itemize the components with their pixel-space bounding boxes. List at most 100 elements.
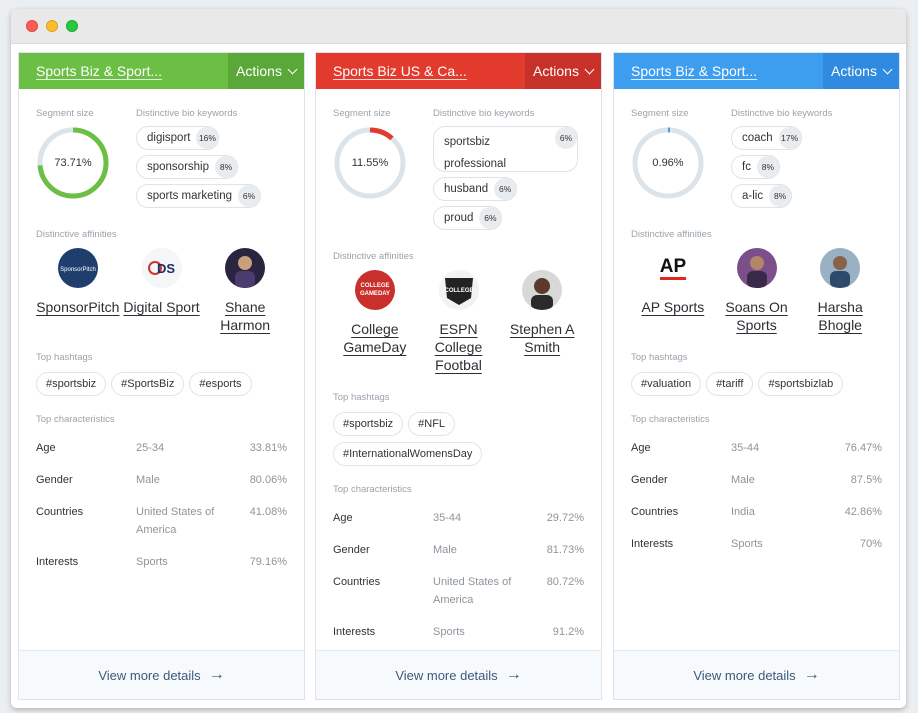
bio-keywords-label: Distinctive bio keywords — [731, 108, 833, 119]
characteristic-row: Countries United States of America 80.72% — [333, 576, 584, 606]
keyword-chip: husband 6% — [433, 177, 518, 201]
keyword-chip: sportsbiz professional 6% — [433, 126, 578, 172]
hashtags-label: Top hashtags — [36, 352, 93, 363]
card-header: Sports Biz US & Ca... Actions — [316, 53, 601, 89]
hashtag-chip[interactable]: #SportsBiz — [111, 372, 185, 396]
characteristics-label: Top characteristics — [631, 414, 710, 425]
characteristic-row: Gender Male 80.06% — [36, 474, 287, 486]
card-header: Sports Biz & Sport... Actions — [19, 53, 304, 89]
segment-size-value: 11.55% — [351, 157, 389, 169]
view-more-details-button[interactable]: View more details → — [19, 650, 304, 699]
affinity-item[interactable]: Harsha Bhogle — [798, 248, 882, 334]
segment-size-label: Segment size — [333, 108, 391, 119]
segment-size-value: 73.71% — [54, 157, 92, 169]
segment-size-label: Segment size — [36, 108, 94, 119]
affinity-item[interactable]: DS Digital Sport — [120, 248, 204, 334]
keyword-chip: a-lic 8% — [731, 184, 793, 208]
characteristic-row: Interests Sports 70% — [631, 538, 882, 550]
digital-sport-logo-icon: DS — [141, 248, 182, 288]
hashtag-chip[interactable]: #NFL — [408, 412, 456, 436]
arrow-right-icon: → — [803, 666, 820, 683]
keyword-chip: digisport 16% — [136, 126, 220, 150]
arrow-right-icon: → — [505, 666, 522, 683]
affinity-item[interactable]: Shane Harmon — [203, 248, 287, 334]
actions-dropdown[interactable]: Actions — [228, 53, 304, 89]
svg-text:SponsorPitch: SponsorPitch — [60, 267, 96, 273]
affinity-item[interactable]: Soans On Sports — [715, 248, 799, 334]
card-title[interactable]: Sports Biz & Sport... — [19, 53, 228, 89]
segment-card: Sports Biz & Sport... Actions Segment si… — [613, 52, 900, 700]
svg-text:AP: AP — [660, 256, 687, 277]
person-avatar-icon — [225, 248, 266, 288]
keyword-chip: sponsorship 8% — [136, 155, 239, 179]
characteristic-row: Gender Male 87.5% — [631, 474, 882, 486]
svg-text:COLLEGE: COLLEGE — [444, 288, 473, 294]
affinities-label: Distinctive affinities — [36, 229, 117, 240]
hashtag-chip[interactable]: #valuation — [631, 372, 702, 396]
svg-text:GAMEDAY: GAMEDAY — [360, 291, 390, 297]
chevron-down-icon — [584, 64, 595, 74]
characteristic-row: Countries United States of America 41.08% — [36, 506, 287, 536]
affinities-label: Distinctive affinities — [333, 251, 414, 262]
college-gameday-logo-icon: COLLEGE GAMEDAY — [354, 270, 395, 310]
bio-keywords-label: Distinctive bio keywords — [433, 108, 535, 119]
arrow-right-icon: → — [208, 666, 225, 683]
espn-college-football-logo-icon: COLLEGE — [438, 270, 479, 310]
characteristics-label: Top characteristics — [36, 414, 115, 425]
characteristics-table: Age 35-44 76.47% Gender Male 87.5% Countries… — [631, 439, 882, 553]
characteristic-row: Gender Male 81.73% — [333, 544, 584, 556]
affinity-item[interactable]: SponsorPitch SponsorPitch — [36, 248, 120, 334]
maximize-window-button[interactable] — [66, 20, 78, 32]
characteristic-row: Countries India 42.86% — [631, 506, 882, 518]
close-window-button[interactable] — [26, 20, 38, 32]
affinities-label: Distinctive affinities — [631, 229, 712, 240]
app-window: Sports Biz & Sport... Actions Segment si… — [11, 9, 906, 708]
affinity-item[interactable]: AP AP Sports — [631, 248, 715, 334]
hashtag-chip[interactable]: #sportsbiz — [36, 372, 107, 396]
characteristic-row: Age 35-44 29.72% — [333, 512, 584, 524]
actions-dropdown[interactable]: Actions — [823, 53, 899, 89]
segment-card: Sports Biz US & Ca... Actions Segment si… — [315, 52, 602, 700]
view-more-details-button[interactable]: View more details → — [316, 650, 601, 699]
bio-keywords-label: Distinctive bio keywords — [136, 108, 238, 119]
card-header: Sports Biz & Sport... Actions — [614, 53, 899, 89]
sponsorpitch-logo-icon: SponsorPitch — [57, 248, 98, 288]
characteristic-row: Age 35-44 76.47% — [631, 442, 882, 454]
window-titlebar — [11, 9, 906, 44]
affinity-item[interactable]: COLLEGE GAMEDAY College GameDay — [333, 270, 417, 374]
view-more-details-button[interactable]: View more details → — [614, 650, 899, 699]
person-avatar-icon — [736, 248, 777, 288]
chevron-down-icon — [882, 64, 893, 74]
segment-size-label: Segment size — [631, 108, 689, 119]
hashtag-chip[interactable]: #sportsbiz — [333, 412, 404, 436]
chevron-down-icon — [287, 64, 298, 74]
hashtag-chip[interactable]: #InternationalWomensDay — [333, 442, 483, 466]
characteristic-row: Interests Sports 91.2% — [333, 626, 584, 638]
svg-text:COLLEGE: COLLEGE — [360, 283, 389, 289]
segment-card: Sports Biz & Sport... Actions Segment si… — [18, 52, 305, 700]
characteristics-table: Age 35-44 29.72% Gender Male 81.73% Countrie… — [333, 509, 584, 641]
card-title[interactable]: Sports Biz & Sport... — [614, 53, 823, 89]
ap-logo-icon: AP — [652, 248, 693, 288]
hashtags-label: Top hashtags — [333, 392, 390, 403]
affinity-item[interactable]: COLLEGE ESPN College Footbal — [417, 270, 501, 374]
keyword-chip: fc 8% — [731, 155, 780, 179]
segment-size-value: 0.96% — [652, 157, 684, 169]
characteristic-row: Interests Sports 79.16% — [36, 556, 287, 568]
keyword-chip: proud 6% — [433, 206, 503, 230]
keyword-chip: sports marketing 6% — [136, 184, 262, 208]
hashtag-chip[interactable]: #esports — [189, 372, 252, 396]
minimize-window-button[interactable] — [46, 20, 58, 32]
affinity-item[interactable]: Stephen A Smith — [500, 270, 584, 374]
hashtag-chip[interactable]: #tariff — [706, 372, 754, 396]
person-avatar-icon — [522, 270, 563, 310]
svg-text:DS: DS — [156, 261, 174, 276]
actions-dropdown[interactable]: Actions — [525, 53, 601, 89]
characteristic-row: Age 25-34 33.81% — [36, 442, 287, 454]
characteristics-table: Age 25-34 33.81% Gender Male 80.06% Countrie… — [36, 439, 287, 571]
card-title[interactable]: Sports Biz US & Ca... — [316, 53, 525, 89]
hashtags-label: Top hashtags — [631, 352, 688, 363]
hashtag-chip[interactable]: #sportsbizlab — [758, 372, 844, 396]
keyword-chip: coach 17% — [731, 126, 802, 150]
bio-keywords-list: digisport 16% sponsorship 8% sports market… — [136, 126, 286, 213]
